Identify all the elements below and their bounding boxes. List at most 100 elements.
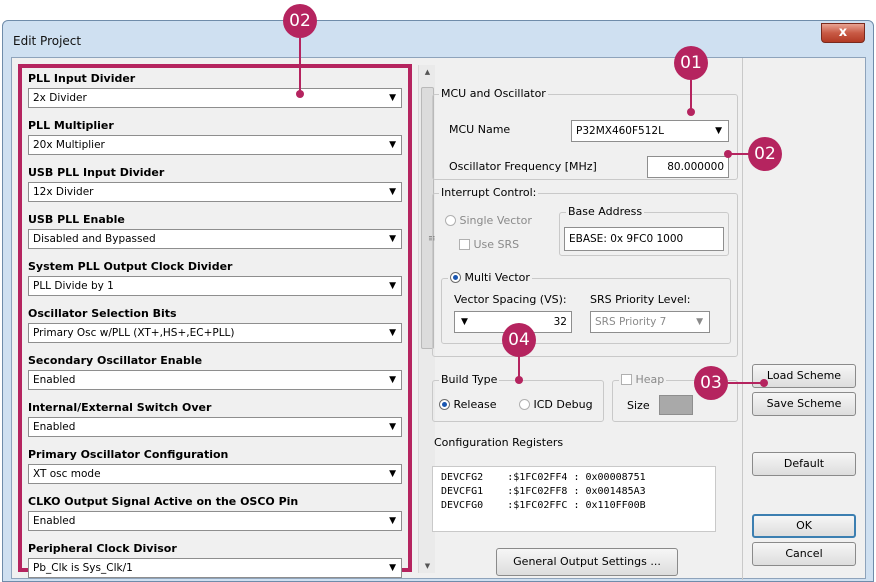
callout-dot [724,150,732,158]
property-primary-oscillator: Primary Oscillator Configuration XT osc … [28,446,402,484]
interrupt-control-group: Interrupt Control: Single Vector Use SRS… [432,186,738,357]
property-label: Peripheral Clock Divisor [28,542,177,555]
cancel-button[interactable]: Cancel [752,542,856,566]
callout-badge-03: 03 [694,366,728,400]
dropdown-arrow-icon: ▼ [389,281,396,291]
oscillator-frequency-label: Oscillator Frequency [MHz] [449,160,597,173]
usb-pll-input-divider-select[interactable]: 12x Divider ▼ [28,182,402,202]
title-bar: Edit Project x [3,21,873,57]
callout-badge-02-frequency: 02 [748,137,782,171]
callout-dot [515,376,523,384]
scroll-down-icon[interactable]: ▼ [419,562,436,570]
divider [742,58,743,580]
property-label: Oscillator Selection Bits [28,307,177,320]
dropdown-arrow-icon: ▼ [715,126,722,136]
dropdown-arrow-icon: ▼ [389,516,396,526]
oscillator-selection-select[interactable]: Primary Osc w/PLL (XT+,HS+,EC+PLL) ▼ [28,323,402,343]
peripheral-clock-divisor-select[interactable]: Pb_Clk is Sys_Clk/1 ▼ [28,558,402,578]
oscillator-frequency-input[interactable]: 80.000000 [647,156,729,178]
dialog-client-area: PLL Input Divider 2x Divider ▼ PLL Multip… [11,57,866,580]
dropdown-arrow-icon: ▼ [389,140,396,150]
property-usb-pll-input-divider: USB PLL Input Divider 12x Divider ▼ [28,164,402,202]
icd-debug-radio[interactable]: ICD Debug [519,398,593,411]
dropdown-arrow-icon: ▼ [389,469,396,479]
config-registers-title: Configuration Registers [434,436,564,449]
config-registers-list: DEVCFG2 :$1FC02FF4 : 0x00008751 DEVCFG1 … [432,466,716,532]
callout-badge-01: 01 [674,46,708,80]
pll-multiplier-select[interactable]: 20x Multiplier ▼ [28,135,402,155]
property-label: System PLL Output Clock Divider [28,260,233,273]
callout-line [728,382,764,384]
scroll-up-icon[interactable]: ▲ [419,68,436,76]
single-vector-radio[interactable]: Single Vector [445,214,532,227]
pll-input-divider-select[interactable]: 2x Divider ▼ [28,88,402,108]
property-peripheral-clock-divisor: Peripheral Clock Divisor Pb_Clk is Sys_C… [28,540,402,578]
property-label: Secondary Oscillator Enable [28,354,203,367]
dropdown-arrow-icon: ▼ [461,317,468,327]
dropdown-arrow-icon: ▼ [389,187,396,197]
callout-badge-04: 04 [502,323,536,357]
general-output-settings-button[interactable]: General Output Settings ... [496,548,678,576]
callout-badge-02-list: 02 [283,4,317,38]
property-switch-over: Internal/External Switch Over Enabled ▼ [28,399,402,437]
property-pll-input-divider: PLL Input Divider 2x Divider ▼ [28,70,402,108]
property-system-pll-output-divider: System PLL Output Clock Divider PLL Divi… [28,258,402,296]
switch-over-select[interactable]: Enabled ▼ [28,417,402,437]
heap-size-label: Size [627,399,650,412]
property-label: PLL Input Divider [28,72,136,85]
dropdown-arrow-icon: ▼ [389,93,396,103]
close-icon: x [838,25,848,40]
group-title: Interrupt Control: [439,186,539,199]
register-row: DEVCFG0 :$1FC02FFC : 0x110FF00B [441,500,646,511]
group-title: Base Address [566,205,645,218]
mcu-oscillator-group: MCU and Oscillator MCU Name P32MX460F512… [432,87,738,180]
multi-vector-radio[interactable]: Multi Vector [448,271,532,284]
callout-dot [687,108,695,116]
property-clko-output: CLKO Output Signal Active on the OSCO Pi… [28,493,402,531]
edit-project-window: Edit Project x PLL Input Divider 2x Divi… [2,20,874,582]
default-button[interactable]: Default [752,452,856,476]
system-pll-output-divider-select[interactable]: PLL Divide by 1 ▼ [28,276,402,296]
save-scheme-button[interactable]: Save Scheme [752,392,856,416]
mcu-name-label: MCU Name [449,123,511,136]
multi-vector-group: Multi Vector Vector Spacing (VS): ▼ 32 SR… [441,271,731,344]
property-label: PLL Multiplier [28,119,114,132]
property-secondary-oscillator: Secondary Oscillator Enable Enabled ▼ [28,352,402,390]
property-label: Internal/External Switch Over [28,401,212,414]
property-label: CLKO Output Signal Active on the OSCO Pi… [28,495,299,508]
heap-size-input[interactable] [659,395,693,415]
build-type-group: Build Type Release ICD Debug [432,373,604,422]
single-vector-area: Single Vector Use SRS [441,214,541,254]
mcu-name-select[interactable]: P32MX460F512L ▼ [571,120,729,142]
dropdown-arrow-icon: ▼ [389,563,396,573]
property-usb-pll-enable: USB PLL Enable Disabled and Bypassed ▼ [28,211,402,249]
srs-priority-select[interactable]: SRS Priority 7 ▼ [590,311,710,333]
property-oscillator-selection: Oscillator Selection Bits Primary Osc w/… [28,305,402,343]
callout-line [299,38,301,94]
vector-spacing-label: Vector Spacing (VS): [454,293,567,306]
ok-button[interactable]: OK [752,514,856,538]
clko-output-select[interactable]: Enabled ▼ [28,511,402,531]
property-label: USB PLL Enable [28,213,125,226]
srs-priority-label: SRS Priority Level: [590,293,691,306]
base-address-input[interactable]: EBASE: 0x 9FC0 1000 [564,227,724,251]
property-pll-multiplier: PLL Multiplier 20x Multiplier ▼ [28,117,402,155]
heap-checkbox[interactable]: Heap [619,373,667,386]
property-label: Primary Oscillator Configuration [28,448,229,461]
group-title: Build Type [439,373,500,386]
register-row: DEVCFG1 :$1FC02FF8 : 0x001485A3 [441,486,646,497]
secondary-oscillator-select[interactable]: Enabled ▼ [28,370,402,390]
primary-oscillator-select[interactable]: XT osc mode ▼ [28,464,402,484]
release-radio[interactable]: Release [439,398,496,411]
callout-dot [296,90,304,98]
use-srs-checkbox[interactable]: Use SRS [459,238,519,251]
callout-dot [760,379,768,387]
dropdown-arrow-icon: ▼ [696,317,703,327]
usb-pll-enable-select[interactable]: Disabled and Bypassed ▼ [28,229,402,249]
dropdown-arrow-icon: ▼ [389,234,396,244]
dropdown-arrow-icon: ▼ [389,375,396,385]
close-button[interactable]: x [821,23,865,43]
window-title: Edit Project [13,34,82,48]
group-title: MCU and Oscillator [439,87,548,100]
dropdown-arrow-icon: ▼ [389,328,396,338]
